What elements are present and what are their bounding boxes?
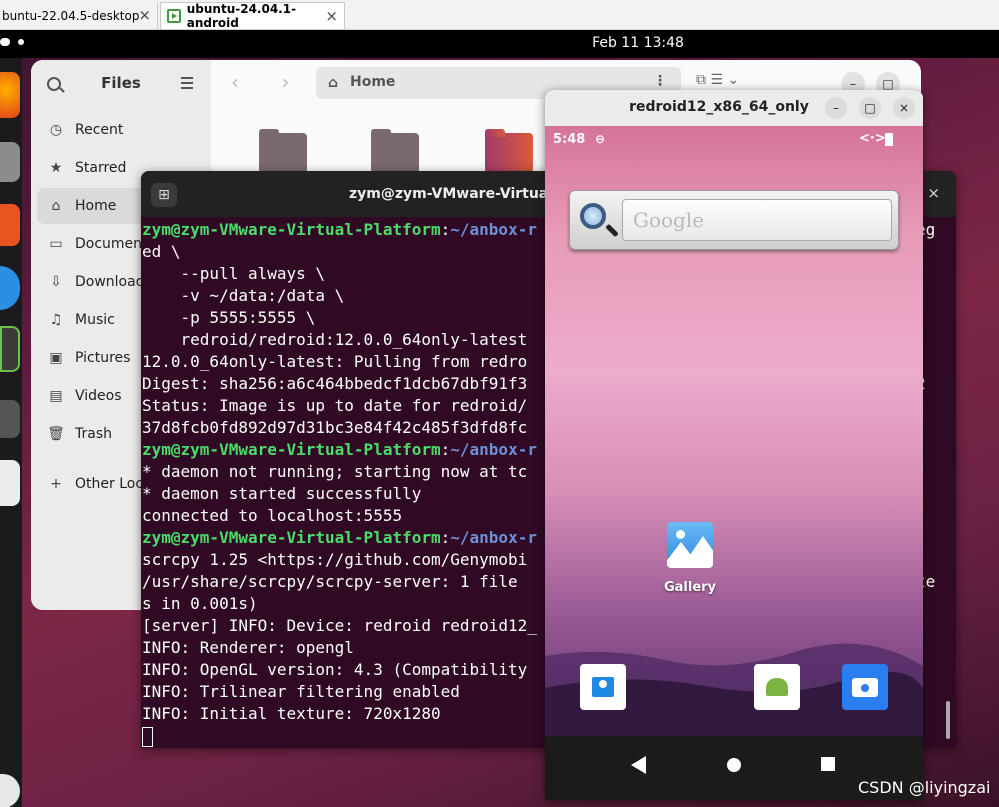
files-app-icon[interactable] xyxy=(0,142,20,182)
terminal-cursor xyxy=(142,726,153,747)
close-icon[interactable]: × xyxy=(138,6,151,24)
document-icon: ▭ xyxy=(49,236,63,252)
home-icon: ⌂ xyxy=(328,75,339,91)
android-installer-icon[interactable] xyxy=(754,664,800,710)
terminal-cwd: ~/anbox-r xyxy=(450,440,537,459)
dock xyxy=(0,58,22,807)
view-options-buttons[interactable]: ⧉ ☰ ⌄ xyxy=(696,72,739,88)
terminal-cwd: ~/anbox-r xyxy=(450,528,537,547)
hamburger-menu-icon[interactable] xyxy=(181,77,193,92)
terminal-text: -v ~/data:/data \ xyxy=(142,286,345,305)
terminal-text: INFO: Initial texture: 720x1280 xyxy=(142,704,441,723)
gnome-top-bar: Feb 11 13:48 xyxy=(0,30,999,58)
terminal-text: connected to localhost:5555 xyxy=(142,506,403,525)
music-icon: ♫ xyxy=(49,312,63,328)
terminal-text: scrcpy 1.25 <https://github.com/Genymobi xyxy=(142,550,528,569)
vm-tab-label: buntu-22.04.5-desktop xyxy=(2,8,140,23)
folder-icon[interactable] xyxy=(371,129,419,173)
terminal-text: /usr/share/scrcpy/scrcpy-server: 1 file xyxy=(142,572,518,591)
terminal-text: redroid/redroid:12.0.0_64only-latest xyxy=(142,330,528,349)
terminal-text: INFO: Trilinear filtering enabled xyxy=(142,682,460,701)
close-button[interactable]: × xyxy=(893,97,915,119)
scrcpy-window: redroid12_x86_64_only – □ × 5:48 ⊖ <·> G… xyxy=(545,90,923,800)
vmware-tab-bar: buntu-22.04.5-desktop × ubuntu-24.04.1-a… xyxy=(0,0,999,30)
battery-icon xyxy=(885,133,893,146)
terminal-scrollbar[interactable] xyxy=(946,701,950,739)
maximize-button[interactable]: □ xyxy=(859,97,881,119)
android-screen[interactable]: 5:48 ⊖ <·> Google Gallery xyxy=(545,126,923,736)
terminal-text: ed \ xyxy=(142,242,181,261)
terminal-prompt: zym@zym-VMware-Virtual-Platform xyxy=(142,440,441,459)
videos-icon: ▤ xyxy=(49,388,63,404)
terminal-text: * daemon not running; starting now at tc xyxy=(142,462,528,481)
recent-icon: ◷ xyxy=(49,122,63,138)
firefox-icon[interactable] xyxy=(0,72,20,118)
folder-icon[interactable] xyxy=(485,129,533,173)
vm-tab-ubuntu-22[interactable]: buntu-22.04.5-desktop × xyxy=(0,2,158,29)
gallery-label: Gallery xyxy=(663,580,717,595)
gallery-app[interactable]: Gallery xyxy=(664,522,716,595)
pictures-icon: ▣ xyxy=(49,350,63,366)
home-button-icon[interactable] xyxy=(727,758,741,772)
scrcpy-title-bar: redroid12_x86_64_only – □ × xyxy=(545,90,923,126)
terminal-text: -p 5555:5555 \ xyxy=(142,308,316,327)
sidebar-item-recent[interactable]: ◷ Recent xyxy=(37,112,205,148)
gallery-icon[interactable] xyxy=(667,522,713,568)
close-button[interactable]: × xyxy=(927,184,940,202)
vm-tab-ubuntu-24-android[interactable]: ubuntu-24.04.1-android × xyxy=(160,2,345,30)
terminal-text: Digest: sha256:a6c464bbedcf1dcb67dbf91f3 xyxy=(142,374,528,393)
sim-icon: ⊖ xyxy=(595,132,606,146)
back-icon[interactable] xyxy=(631,756,646,774)
home-icon: ⌂ xyxy=(51,198,61,214)
download-icon: ⇩ xyxy=(50,274,62,290)
status-time: 5:48 xyxy=(553,132,586,147)
app-center-icon[interactable] xyxy=(0,204,20,246)
google-search-field[interactable]: Google xyxy=(622,199,892,241)
trash-dock-icon[interactable] xyxy=(0,460,20,506)
watermark: CSDN @liyingzai xyxy=(858,778,991,797)
contacts-icon[interactable] xyxy=(580,664,626,710)
path-label: Home xyxy=(350,74,396,90)
vm-tab-label: ubuntu-24.04.1-android xyxy=(186,2,297,30)
folder-icon[interactable] xyxy=(259,129,307,173)
google-search-widget[interactable]: Google xyxy=(569,190,899,250)
terminal-app-icon[interactable] xyxy=(0,400,20,438)
recents-icon[interactable] xyxy=(821,757,835,771)
terminal-prompt: zym@zym-VMware-Virtual-Platform xyxy=(142,528,441,547)
terminal-text: INFO: OpenGL version: 4.3 (Compatibility xyxy=(142,660,528,679)
terminal-text: INFO: Renderer: opengl xyxy=(142,638,354,657)
data-activity-icon: <·> xyxy=(859,131,886,146)
terminal-prompt: zym@zym-VMware-Virtual-Platform xyxy=(142,220,441,239)
terminal-text: --pull always \ xyxy=(142,264,326,283)
clock[interactable]: Feb 11 13:48 xyxy=(0,35,999,51)
terminal-text: 37d8fcb0fd892d97d31bc3e84f42c485f3dfd8fc xyxy=(142,418,528,437)
trash-icon: 🗑 xyxy=(47,426,65,442)
terminal-text: Status: Image is up to date for redroid/ xyxy=(142,396,528,415)
terminal-title: zym@zym-VMware-Virtual-P xyxy=(349,186,570,202)
magnifier-icon[interactable] xyxy=(580,203,606,229)
terminal-cwd: ~/anbox-r xyxy=(450,220,537,239)
ubuntu-logo-icon[interactable] xyxy=(0,774,20,807)
terminal-text: [server] INFO: Device: redroid redroid12… xyxy=(142,616,537,635)
android-status-bar: 5:48 ⊖ <·> xyxy=(545,126,923,154)
back-forward-buttons[interactable]: ‹ › xyxy=(231,70,307,94)
camera-icon[interactable] xyxy=(842,664,888,710)
new-tab-button[interactable]: ⊞ xyxy=(151,183,177,207)
terminal-text: s in 0.001s) xyxy=(142,594,258,613)
terminal-text: 12.0.0_64only-latest: Pulling from redro xyxy=(142,352,528,371)
terminal-text: * daemon started successfully xyxy=(142,484,422,503)
kebab-menu-icon[interactable]: ⋮ xyxy=(653,73,667,89)
android-app-icon[interactable] xyxy=(0,326,20,372)
minimize-button[interactable]: – xyxy=(825,97,847,119)
vm-running-icon xyxy=(167,9,181,23)
plus-icon: + xyxy=(50,476,62,492)
help-icon[interactable] xyxy=(0,266,20,310)
star-icon: ★ xyxy=(49,160,63,176)
close-icon[interactable]: × xyxy=(325,7,338,25)
